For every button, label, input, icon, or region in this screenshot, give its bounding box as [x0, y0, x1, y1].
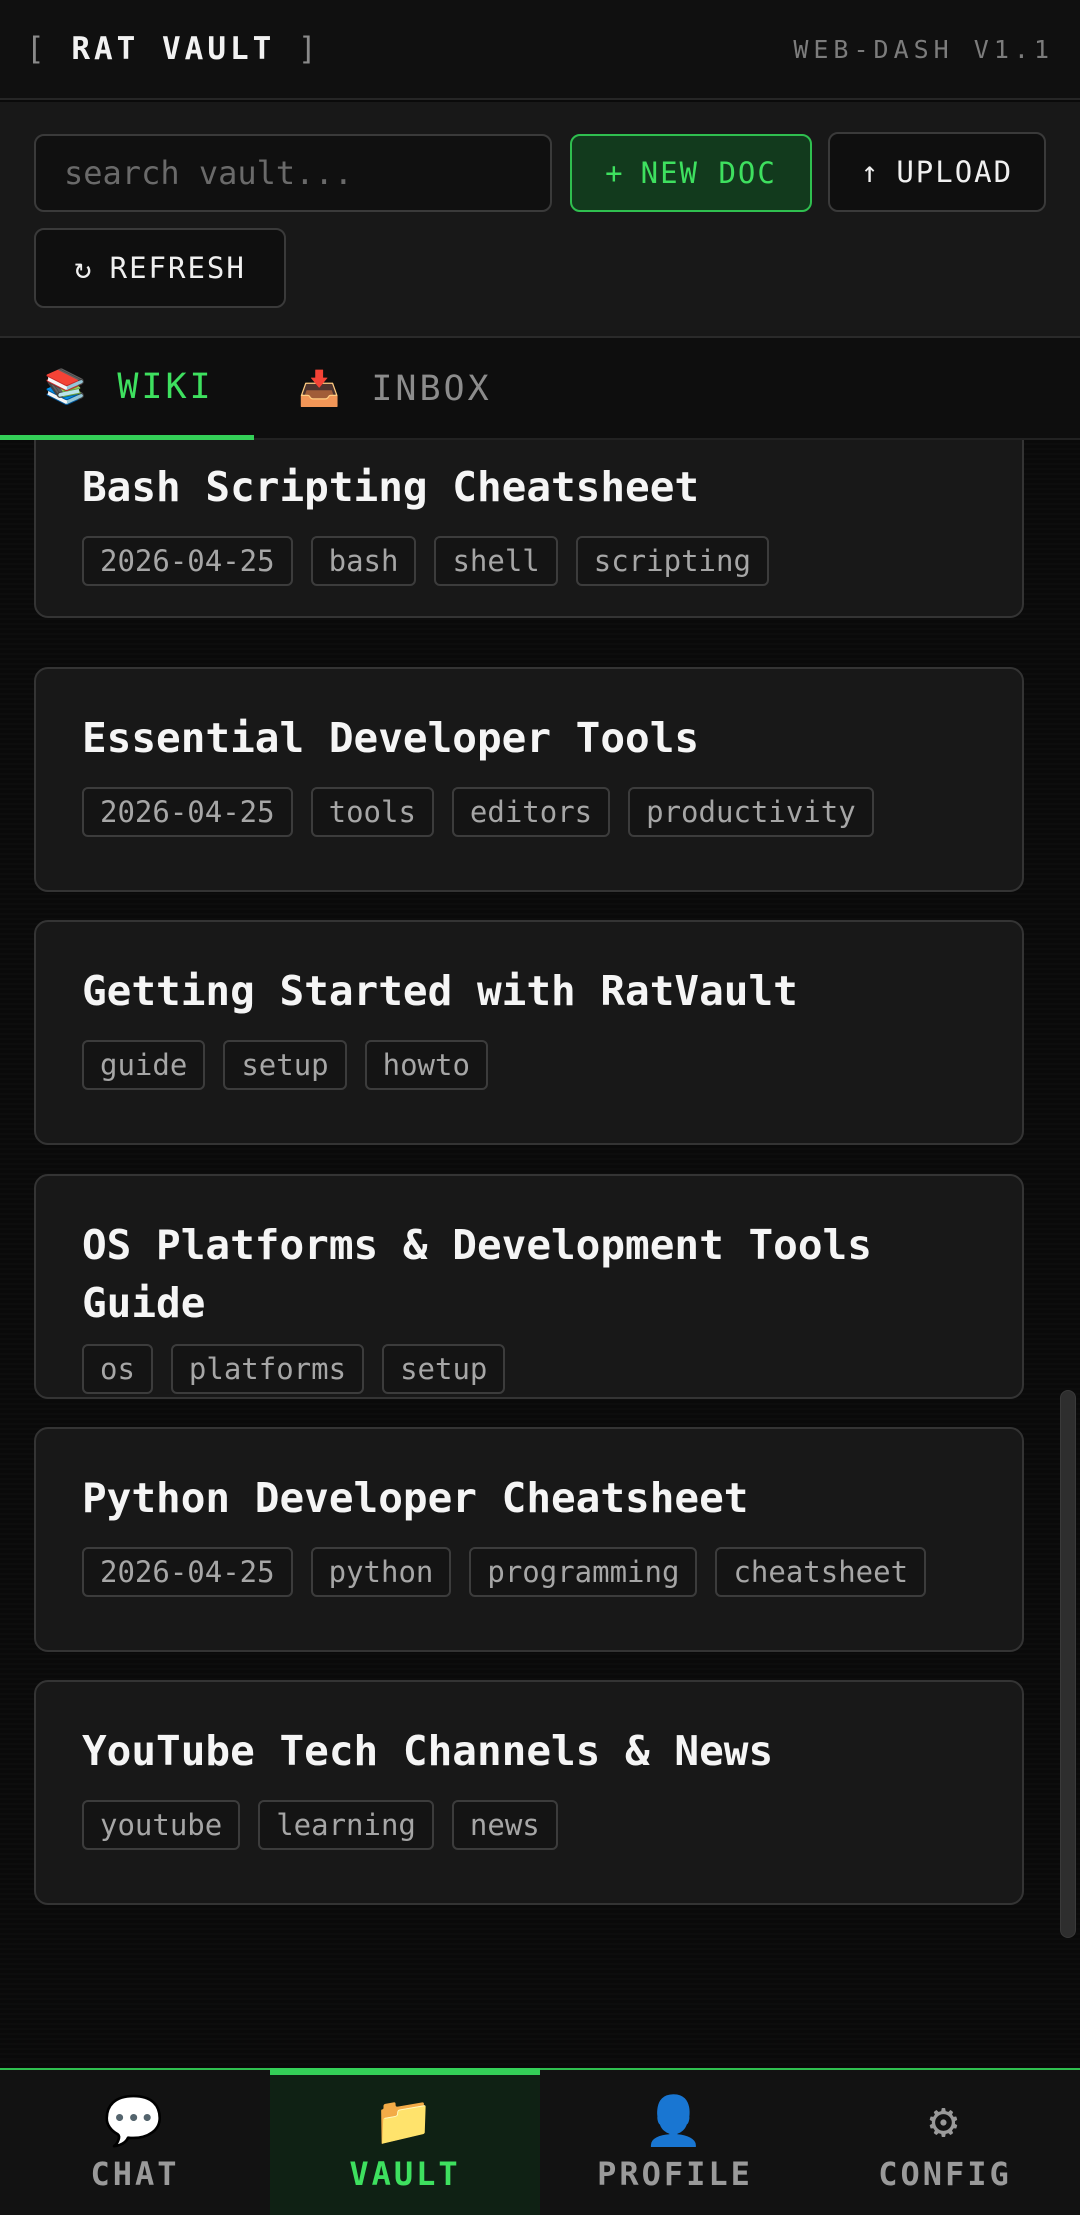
document-list: Bash Scripting Cheatsheet 2026-04-25 bas… [0, 440, 1080, 2068]
refresh-label: REFRESH [109, 251, 246, 285]
nav-config[interactable]: ⚙ CONFIG [810, 2070, 1080, 2215]
bottom-nav: 💬 CHAT 📁 VAULT 👤 PROFILE ⚙ CONFIG [0, 2068, 1080, 2215]
tag[interactable]: bash [310, 536, 417, 586]
bracket-open: [ [26, 31, 49, 67]
version-label: WEB-DASH V1.1 [793, 34, 1054, 64]
search-input[interactable] [34, 134, 552, 212]
doc-title: Python Developer Cheatsheet [82, 1474, 749, 1522]
tag[interactable]: editors [451, 787, 611, 837]
doc-title: Bash Scripting Cheatsheet [82, 463, 700, 511]
tag-row: 2026-04-25 tools editors productivity [82, 787, 976, 837]
tag[interactable]: os [82, 1344, 153, 1394]
nav-config-label: CONFIG [878, 2154, 1012, 2193]
bracket-close: ] [298, 31, 321, 67]
tag-row: guide setup howto [82, 1040, 976, 1090]
tab-wiki[interactable]: 📚 WIKI [0, 338, 254, 440]
refresh-button[interactable]: ↻ REFRESH [34, 228, 286, 308]
tab-inbox-label: INBOX [371, 369, 492, 409]
tag[interactable]: python [310, 1547, 452, 1597]
tag-row: youtube learning news [82, 1800, 976, 1850]
doc-title-line-1: OS Platforms & Development Tools [82, 1221, 872, 1269]
upload-label: UPLOAD [896, 155, 1014, 189]
tag-date[interactable]: 2026-04-25 [82, 536, 293, 586]
tag[interactable]: youtube [82, 1800, 241, 1850]
tag[interactable]: programming [469, 1547, 698, 1597]
doc-title: YouTube Tech Channels & News [82, 1727, 774, 1775]
tab-inbox[interactable]: 📥 INBOX [254, 338, 514, 440]
app-title: [ RAT VAULT ] [26, 31, 321, 67]
plus-icon: + [605, 156, 625, 190]
tag[interactable]: shell [434, 536, 558, 586]
tag-date[interactable]: 2026-04-25 [82, 1547, 293, 1597]
list-scrollbar[interactable] [1060, 1390, 1076, 1938]
folder-icon: 📁 [373, 2092, 437, 2149]
upload-button[interactable]: ↑ UPLOAD [828, 132, 1046, 212]
doc-title: Essential Developer Tools [82, 714, 700, 762]
vault-toolbar: + NEW DOC ↑ UPLOAD ↻ REFRESH [0, 102, 1080, 338]
nav-chat-label: CHAT [90, 2154, 180, 2193]
doc-title: Getting Started with RatVault [82, 967, 798, 1015]
tag-date[interactable]: 2026-04-25 [82, 787, 293, 837]
chat-bubble-icon: 💬 [103, 2092, 167, 2149]
tag[interactable]: setup [382, 1344, 506, 1394]
nav-vault-label: VAULT [349, 2154, 461, 2193]
app-header: [ RAT VAULT ] WEB-DASH V1.1 [0, 0, 1080, 100]
vault-tabs: 📚 WIKI 📥 INBOX [0, 338, 1080, 440]
doc-card-youtube[interactable]: YouTube Tech Channels & News youtube lea… [34, 1680, 1024, 1905]
doc-card-python[interactable]: Python Developer Cheatsheet 2026-04-25 p… [34, 1427, 1024, 1652]
user-icon: 👤 [643, 2092, 707, 2149]
gear-icon: ⚙ [929, 2092, 961, 2149]
tag[interactable]: learning [258, 1800, 434, 1850]
tag[interactable]: guide [82, 1040, 206, 1090]
refresh-icon: ↻ [74, 251, 94, 285]
books-icon: 📚 [44, 366, 90, 407]
tag[interactable]: platforms [170, 1344, 365, 1394]
tag[interactable]: productivity [628, 787, 874, 837]
upload-arrow-icon: ↑ [860, 155, 881, 189]
doc-card-bash[interactable]: Bash Scripting Cheatsheet 2026-04-25 bas… [34, 440, 1024, 618]
doc-card-dev-tools[interactable]: Essential Developer Tools 2026-04-25 too… [34, 667, 1024, 892]
nav-chat[interactable]: 💬 CHAT [0, 2070, 270, 2215]
tag-row: os platforms setup [82, 1344, 976, 1394]
doc-card-getting-started[interactable]: Getting Started with RatVault guide setu… [34, 920, 1024, 1145]
tag[interactable]: howto [364, 1040, 488, 1090]
doc-title-line-2: Guide [82, 1279, 206, 1327]
tag[interactable]: scripting [575, 536, 769, 586]
new-doc-label: NEW DOC [640, 156, 777, 190]
tag[interactable]: cheatsheet [715, 1547, 927, 1597]
inbox-tray-icon: 📥 [298, 369, 344, 409]
nav-profile[interactable]: 👤 PROFILE [540, 2070, 810, 2215]
doc-card-os-platforms[interactable]: OS Platforms & Development Tools Guide o… [34, 1174, 1024, 1399]
tag[interactable]: tools [310, 787, 434, 837]
tag-row: 2026-04-25 bash shell scripting [82, 536, 976, 586]
brand-name: RAT VAULT [71, 31, 276, 67]
nav-profile-label: PROFILE [597, 2154, 753, 2193]
new-doc-button[interactable]: + NEW DOC [570, 134, 812, 212]
tag[interactable]: news [451, 1800, 558, 1850]
tab-wiki-label: WIKI [117, 366, 214, 407]
nav-vault[interactable]: 📁 VAULT [270, 2068, 540, 2215]
tag-row: 2026-04-25 python programming cheatsheet [82, 1547, 976, 1597]
tag[interactable]: setup [223, 1040, 347, 1090]
